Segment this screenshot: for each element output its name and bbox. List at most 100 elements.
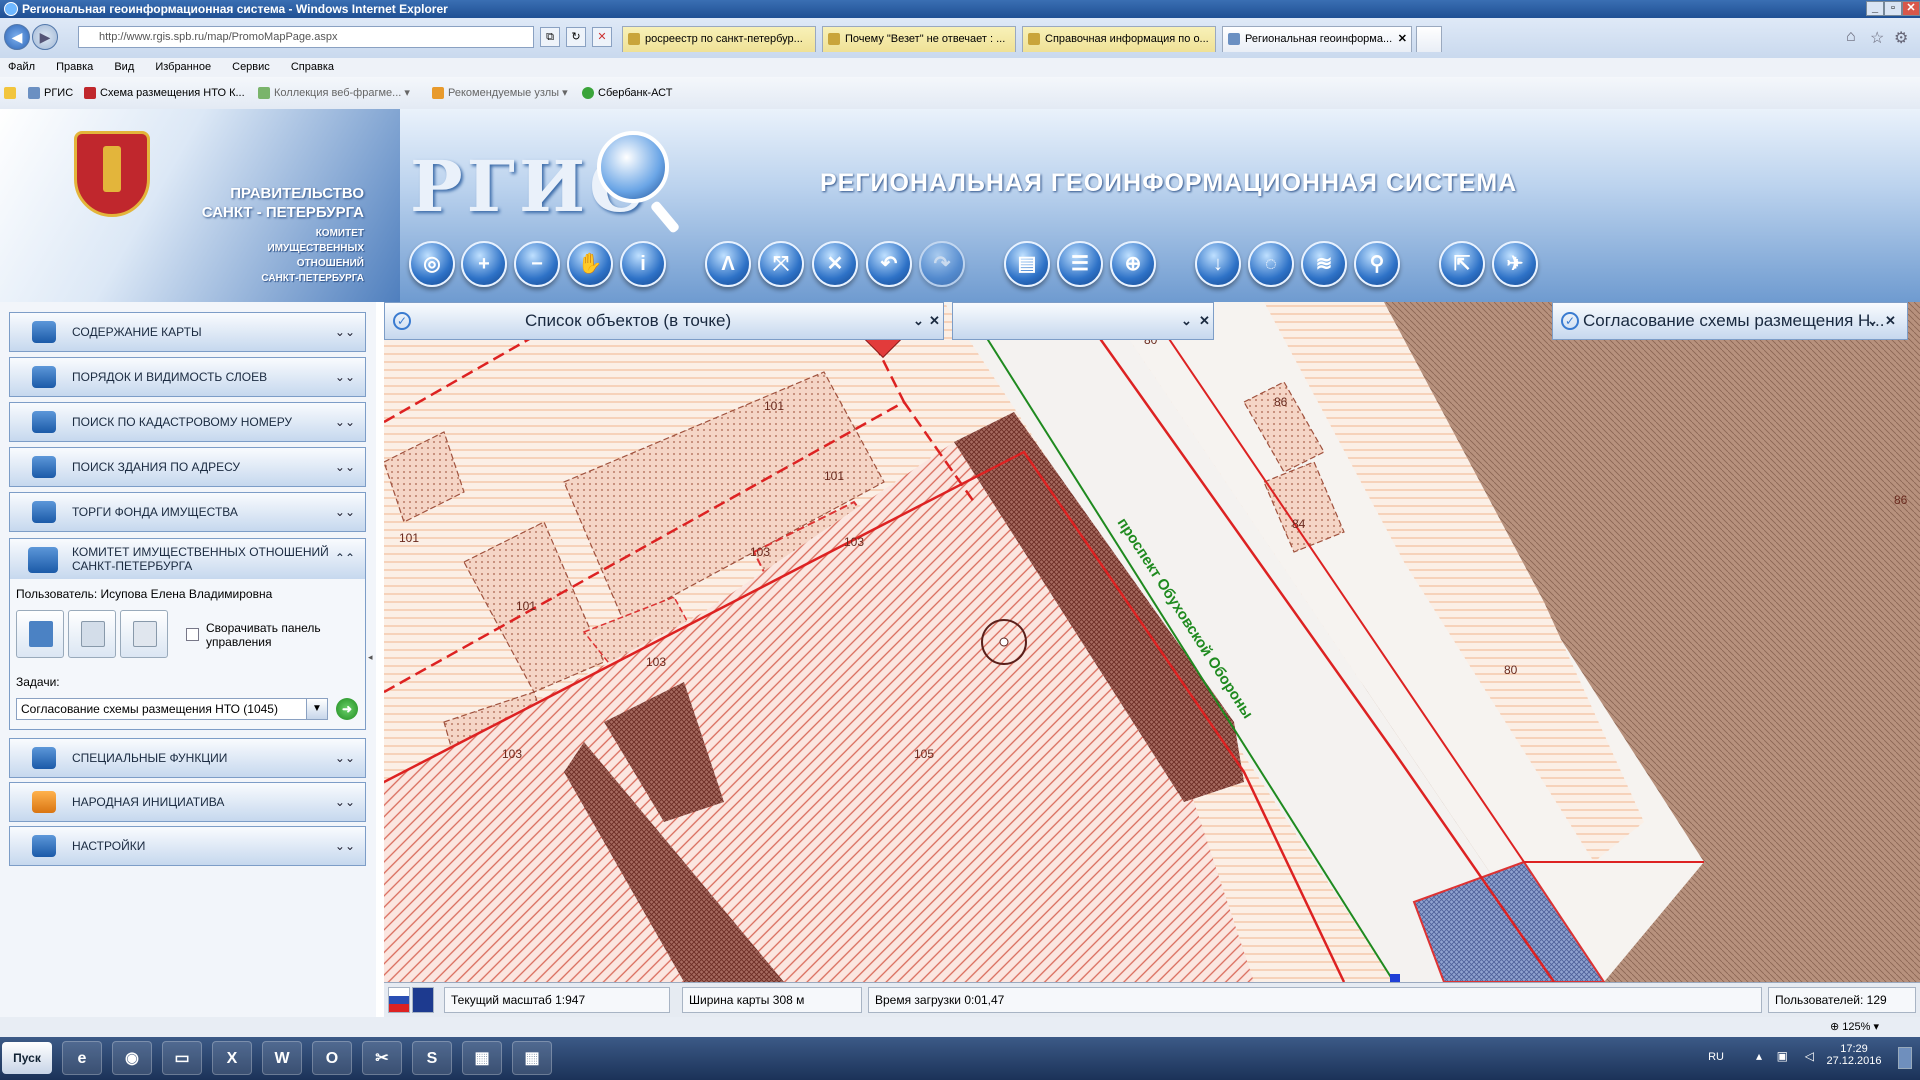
gear-icon[interactable]: ⚙ bbox=[1894, 28, 1908, 48]
favorites-star-icon[interactable] bbox=[4, 77, 20, 109]
new-tab-button[interactable] bbox=[1416, 26, 1442, 52]
stop-icon[interactable]: ✕ bbox=[592, 27, 612, 47]
fav-link-rgis[interactable]: РГИС bbox=[28, 77, 73, 109]
app-taskbar-icon[interactable]: ▦ bbox=[462, 1041, 502, 1075]
language-indicator[interactable]: RU bbox=[1708, 1051, 1724, 1063]
document-button[interactable] bbox=[68, 610, 116, 658]
chrome-taskbar-icon[interactable]: ◉ bbox=[112, 1041, 152, 1075]
browser-tab-4-active[interactable]: Региональная геоинформа... ✕ bbox=[1222, 26, 1412, 52]
maximize-button[interactable]: ▫ bbox=[1884, 1, 1902, 16]
menu-settings[interactable]: НАСТРОЙКИ ⌄⌄ bbox=[9, 826, 366, 866]
back-button[interactable]: ◀ bbox=[4, 24, 30, 50]
export-icon[interactable]: ⇱ bbox=[1439, 241, 1485, 287]
objects-list-panel-header[interactable]: ✓ Список объектов (в точке) ⌄ ✕ bbox=[384, 302, 944, 340]
empty-panel-header[interactable]: ⌄ ✕ bbox=[952, 302, 1214, 340]
close-tab-icon[interactable]: ✕ bbox=[1398, 27, 1407, 51]
download-icon[interactable]: ↓ bbox=[1195, 241, 1241, 287]
english-flag-icon[interactable] bbox=[412, 987, 434, 1013]
dropdown-arrow-icon[interactable]: ▼ bbox=[306, 699, 327, 719]
explorer-taskbar-icon[interactable]: ▭ bbox=[162, 1041, 202, 1075]
tasks-select[interactable]: Согласование схемы размещения НТО (1045) bbox=[16, 698, 328, 720]
menu-edit[interactable]: Правка bbox=[56, 61, 93, 73]
list-icon[interactable]: ☰ bbox=[1057, 241, 1103, 287]
approval-panel-header[interactable]: ✓ Согласование схемы размещения Н... ⌄ ✕ bbox=[1552, 302, 1908, 340]
map-svg[interactable]: 101 101 101 101 103 103 103 103 105 86 8… bbox=[384, 302, 1920, 982]
locate-icon[interactable]: ⊕ bbox=[1110, 241, 1156, 287]
clear-icon[interactable]: ✕ bbox=[812, 241, 858, 287]
network-icon[interactable]: ▣ bbox=[1777, 1049, 1788, 1063]
pin-tool-button[interactable] bbox=[16, 610, 64, 658]
chevron-up-icon[interactable]: ⌃⌃ bbox=[335, 551, 355, 565]
clock[interactable]: 17:29 27.12.2016 bbox=[1824, 1043, 1884, 1067]
chevron-down-icon[interactable]: ⌄⌄ bbox=[335, 448, 355, 486]
snipping-taskbar-icon[interactable]: ✂ bbox=[362, 1041, 402, 1075]
search-document-button[interactable] bbox=[120, 610, 168, 658]
zoom-level[interactable]: ⊕ 125% ▾ bbox=[1830, 1017, 1879, 1037]
address-bar[interactable]: http://www.rgis.spb.ru/map/PromoMapPage.… bbox=[78, 26, 534, 48]
chevron-down-icon[interactable]: ⌄⌄ bbox=[335, 827, 355, 865]
chevron-down-icon[interactable]: ⌄ bbox=[1867, 303, 1878, 339]
committee-panel-header[interactable]: КОМИТЕТ ИМУЩЕСТВЕННЫХ ОТНОШЕНИЙ САНКТ-ПЕ… bbox=[10, 539, 365, 579]
zoom-in-icon[interactable]: + bbox=[461, 241, 507, 287]
chevron-down-icon[interactable]: ⌄⌄ bbox=[335, 739, 355, 777]
collapse-panel-arrow-icon[interactable]: ◂ bbox=[368, 652, 373, 663]
chevron-down-icon[interactable]: ⌄⌄ bbox=[335, 403, 355, 441]
minimize-button[interactable]: _ bbox=[1866, 1, 1884, 16]
close-icon[interactable]: ✕ bbox=[1199, 303, 1210, 339]
show-desktop-button[interactable] bbox=[1898, 1047, 1912, 1069]
start-button[interactable]: Пуск bbox=[2, 1042, 52, 1074]
menu-help[interactable]: Справка bbox=[291, 61, 334, 73]
menu-property-auctions[interactable]: ТОРГИ ФОНДА ИМУЩЕСТВА ⌄⌄ bbox=[9, 492, 366, 532]
chevron-down-icon[interactable]: ⌄ bbox=[913, 303, 924, 339]
fav-link-nto[interactable]: Схема размещения НТО К... bbox=[84, 77, 245, 109]
plane-icon[interactable]: ✈ bbox=[1492, 241, 1538, 287]
back-icon[interactable]: ↶ bbox=[866, 241, 912, 287]
chevron-down-icon[interactable]: ⌄⌄ bbox=[335, 783, 355, 821]
refresh-icon[interactable]: ↻ bbox=[566, 27, 586, 47]
app-taskbar-icon-2[interactable]: ▦ bbox=[512, 1041, 552, 1075]
volume-icon[interactable]: ◁ bbox=[1805, 1049, 1814, 1063]
zoom-out-icon[interactable]: − bbox=[514, 241, 560, 287]
home-icon[interactable]: ⌂ bbox=[1846, 28, 1856, 46]
fav-link-sberbank[interactable]: Сбербанк-АСТ bbox=[582, 77, 672, 109]
favorites-star-icon[interactable]: ☆ bbox=[1870, 28, 1884, 48]
browser-tab-3[interactable]: Справочная информация по о... bbox=[1022, 26, 1216, 52]
info-icon[interactable]: i bbox=[620, 241, 666, 287]
word-taskbar-icon[interactable]: W bbox=[262, 1041, 302, 1075]
rss-icon[interactable]: ≋ bbox=[1301, 241, 1347, 287]
map-canvas[interactable]: 101 101 101 101 103 103 103 103 105 86 8… bbox=[384, 302, 1920, 982]
menu-file[interactable]: Файл bbox=[8, 61, 35, 73]
browser-tab-1[interactable]: росреестр по санкт-петербур... bbox=[622, 26, 816, 52]
menu-view[interactable]: Вид bbox=[114, 61, 134, 73]
menu-cadastral-search[interactable]: ПОИСК ПО КАДАСТРОВОМУ НОМЕРУ ⌄⌄ bbox=[9, 402, 366, 442]
browser-tab-2[interactable]: Почему "Везет" не отвечает : ... bbox=[822, 26, 1016, 52]
globe-icon[interactable]: ◎ bbox=[409, 241, 455, 287]
menu-public-initiative[interactable]: НАРОДНАЯ ИНИЦИАТИВА ⌄⌄ bbox=[9, 782, 366, 822]
tray-arrow-icon[interactable]: ▴ bbox=[1756, 1049, 1762, 1063]
menu-map-contents[interactable]: СОДЕРЖАНИЕ КАРТЫ ⌄⌄ bbox=[9, 312, 366, 352]
menu-layers-order[interactable]: ПОРЯДОК И ВИДИМОСТЬ СЛОЕВ ⌄⌄ bbox=[9, 357, 366, 397]
close-window-button[interactable]: ✕ bbox=[1902, 1, 1920, 16]
print-icon[interactable]: ▤ bbox=[1004, 241, 1050, 287]
menu-special-functions[interactable]: СПЕЦИАЛЬНЫЕ ФУНКЦИИ ⌄⌄ bbox=[9, 738, 366, 778]
forward-icon[interactable]: ↷ bbox=[919, 241, 965, 287]
skype-taskbar-icon[interactable]: S bbox=[412, 1041, 452, 1075]
menu-tools[interactable]: Сервис bbox=[232, 61, 270, 73]
menu-favorites[interactable]: Избранное bbox=[155, 61, 211, 73]
russian-flag-icon[interactable] bbox=[388, 987, 410, 1013]
close-icon[interactable]: ✕ bbox=[929, 303, 940, 339]
go-arrow-icon[interactable]: ➜ bbox=[336, 698, 358, 720]
fav-link-webslices[interactable]: Коллекция веб-фрагме... ▾ bbox=[258, 77, 410, 109]
chevron-down-icon[interactable]: ⌄⌄ bbox=[335, 358, 355, 396]
comment-icon[interactable]: ◌ bbox=[1248, 241, 1294, 287]
chevron-down-icon[interactable]: ⌄⌄ bbox=[335, 313, 355, 351]
close-icon[interactable]: ✕ bbox=[1885, 303, 1896, 339]
pan-hand-icon[interactable]: ✋ bbox=[567, 241, 613, 287]
compat-icon[interactable]: ⧉ bbox=[540, 27, 560, 47]
chevron-down-icon[interactable]: ⌄ bbox=[1181, 303, 1192, 339]
fav-link-suggested[interactable]: Рекомендуемые узлы ▾ bbox=[432, 77, 568, 109]
excel-taskbar-icon[interactable]: X bbox=[212, 1041, 252, 1075]
select-icon[interactable]: ⤧ bbox=[758, 241, 804, 287]
ie-taskbar-icon[interactable]: e bbox=[62, 1041, 102, 1075]
pin-icon[interactable]: ⚲ bbox=[1354, 241, 1400, 287]
